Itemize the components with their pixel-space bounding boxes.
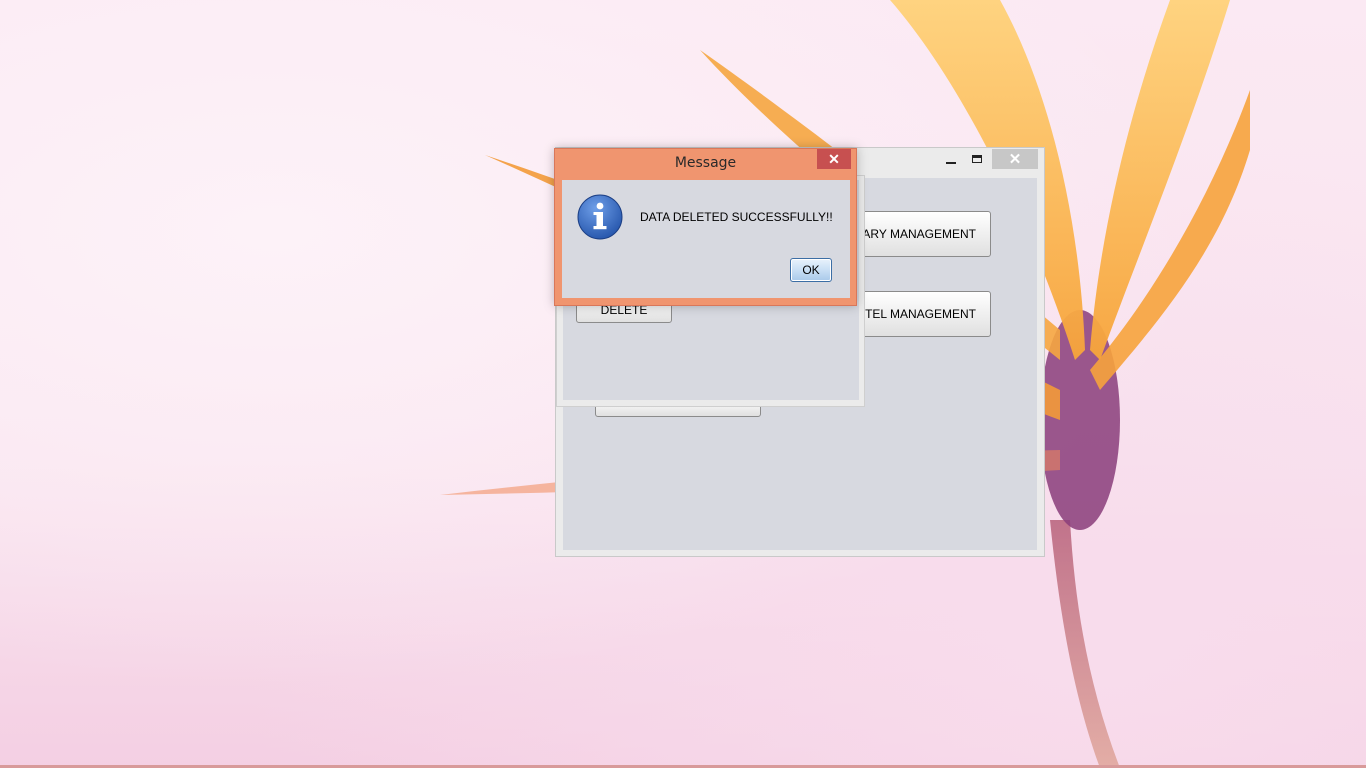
close-button[interactable]: ✕ bbox=[992, 149, 1038, 169]
maximize-button[interactable] bbox=[964, 149, 990, 169]
info-icon bbox=[577, 194, 623, 240]
dialog-body: DATA DELETED SUCCESSFULLY!! OK bbox=[562, 180, 850, 298]
dialog-close-button[interactable]: ✕ bbox=[817, 149, 851, 169]
desktop: ✕ RARY MANAGEMENT STEL MANAGEMENT DELETE… bbox=[0, 0, 1366, 768]
dialog-message: DATA DELETED SUCCESSFULLY!! bbox=[640, 210, 833, 224]
close-icon: ✕ bbox=[1008, 151, 1022, 168]
ok-button[interactable]: OK bbox=[790, 258, 832, 282]
close-icon: ✕ bbox=[828, 150, 840, 167]
minimize-icon bbox=[946, 162, 956, 164]
message-dialog: Message ✕ DATA DELETED SUCCESSFULLY!! OK bbox=[554, 148, 857, 306]
hostel-management-button[interactable]: STEL MANAGEMENT bbox=[843, 291, 991, 337]
minimize-button[interactable] bbox=[938, 149, 964, 169]
dialog-title: Message bbox=[674, 155, 737, 171]
maximize-icon bbox=[972, 155, 982, 163]
library-management-button[interactable]: RARY MANAGEMENT bbox=[843, 211, 991, 257]
